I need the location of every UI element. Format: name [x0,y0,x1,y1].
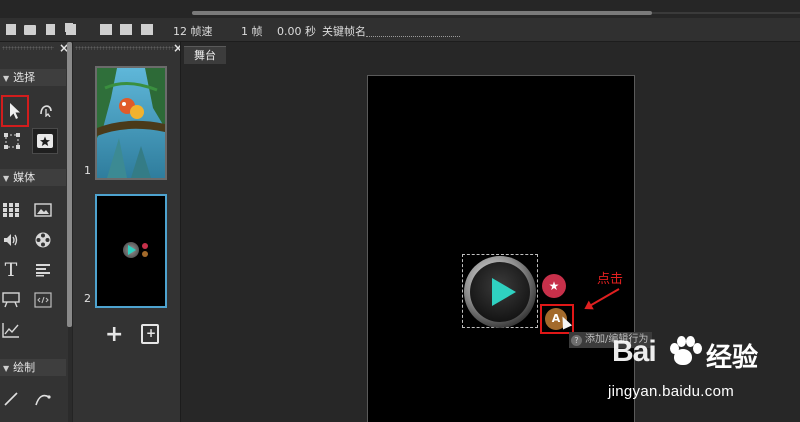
new-frame-icon[interactable] [6,24,16,35]
select-arrow-tool[interactable] [1,95,29,127]
tools-panel: × ▼ 选择 ▼ 媒体 T ▼ 绘制 [0,41,69,422]
plus-icon: + [145,326,156,340]
time-value: 0.00 秒 [277,25,316,38]
grid-icon [3,203,19,217]
slide-thumbnail-1[interactable] [95,66,167,180]
keyframe-name-label: 关键帧名 [322,25,366,38]
slide-thumbnail-2[interactable] [95,194,167,308]
film-reel-icon [35,232,51,248]
star-plus-icon: ★ [548,279,560,293]
copy-icon[interactable] [66,24,76,35]
slide-1-scene-image [97,68,165,178]
section-draw[interactable]: ▼ 绘制 [0,359,66,376]
slide-number-2: 2 [84,292,91,305]
play-icon [492,278,516,306]
add-behavior-highlight: A [540,304,574,334]
baidu-paw-icon [664,335,702,369]
drag-handle[interactable] [75,46,175,50]
play-button-object[interactable] [464,256,536,328]
collapse-triangle-icon: ▼ [3,174,10,183]
frame-icon[interactable] [100,24,112,35]
click-annotation: 点击 [597,272,624,287]
mini-play-triangle [128,245,136,255]
delete-icon[interactable] [46,24,55,35]
help-icon: ? [571,335,582,346]
node-select-icon [40,105,52,117]
insert-frame-icon[interactable] [120,24,132,35]
text-tool[interactable]: T [0,259,22,281]
section-media-label: 媒体 [13,171,36,184]
paragraph-lines-icon [36,264,50,277]
timeline-track-rest [652,12,800,14]
paragraph-tool[interactable] [32,259,54,281]
line-icon [4,392,18,406]
add-page-button[interactable]: + [141,324,159,344]
star-box-icon [37,134,53,148]
add-slide-button[interactable]: + [105,322,123,347]
speaker-icon [4,234,18,246]
tab-stage[interactable]: 舞台 [184,46,226,64]
grid-tool[interactable] [0,199,22,221]
transform-box-icon [4,133,20,149]
collapse-triangle-icon: ▼ [3,74,10,83]
mini-star-badge [142,243,148,249]
curve-tool[interactable] [32,388,54,410]
image-tool[interactable] [32,199,54,221]
open-folder-icon[interactable] [24,25,36,35]
add-animation-badge[interactable]: ★ [542,274,566,298]
keyframe-name-input[interactable] [366,36,460,37]
mini-play-button [123,242,139,258]
presentation-tool[interactable] [0,289,22,311]
duplicate-frame-icon[interactable] [141,24,153,35]
section-draw-label: 绘制 [13,361,36,374]
chart-tool[interactable] [0,319,22,341]
html-tool[interactable] [32,289,54,311]
watermark-jingyan-text: 经验 [706,343,759,373]
curve-icon [35,394,51,406]
section-select[interactable]: ▼ 选择 [0,69,66,86]
board-icon [2,292,20,308]
text-t-icon: T [4,259,18,281]
line-tool[interactable] [0,388,22,410]
timeline-scrollbar[interactable] [192,11,652,15]
frame-count-value: 1 帧 [241,25,263,38]
tools-panel-header: × [0,41,69,55]
mini-action-badge [142,251,148,257]
collapse-triangle-icon: ▼ [3,364,10,373]
code-page-icon [34,292,52,308]
arrow-pointer-icon [10,103,20,119]
play-button-inner [470,262,530,322]
frame-toolbar: 12 帧速 1 帧 0.00 秒 关键帧名 [0,18,800,42]
slides-panel-header: × [73,41,183,55]
watermark-logo-text: Bai [612,335,657,368]
slides-panel: × 1 2 + + [72,41,183,422]
symbol-tool[interactable] [32,128,58,154]
section-media[interactable]: ▼ 媒体 [0,169,66,186]
line-chart-icon [2,323,19,338]
audio-tool[interactable] [0,229,22,251]
baidu-jingyan-watermark: Bai 经验 jingyan.baidu.com [608,335,798,405]
slide-number-1: 1 [84,164,91,177]
subselect-tool[interactable] [35,98,57,120]
stage-canvas[interactable] [367,75,635,422]
timeline-scroll-strip [0,0,800,18]
image-icon [34,203,52,217]
section-select-label: 选择 [13,71,36,84]
frame-rate-value[interactable]: 12 帧速 [173,23,213,39]
watermark-url: jingyan.baidu.com [608,383,735,400]
drag-handle[interactable] [2,46,54,50]
video-tool[interactable] [32,229,54,251]
transform-tool[interactable] [1,130,23,152]
